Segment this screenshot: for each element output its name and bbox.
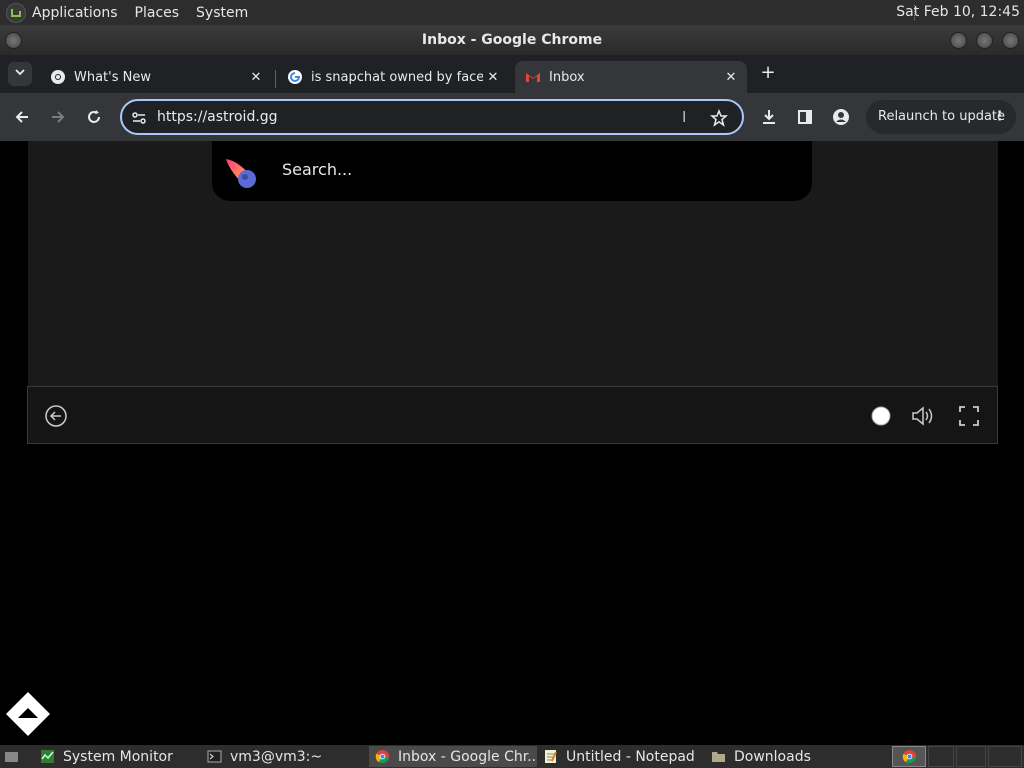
taskbar-label: Inbox - Google Chr... bbox=[398, 748, 537, 765]
taskbar-label: Untitled - Notepad bbox=[566, 748, 695, 765]
tab-snapchat-search[interactable]: is snapchat owned by facebo ✕ bbox=[277, 61, 509, 93]
search-bar[interactable]: Search... bbox=[212, 141, 812, 201]
workspace-switcher-2[interactable] bbox=[928, 746, 954, 767]
taskbar-item-chrome[interactable]: Inbox - Google Chr... bbox=[369, 746, 537, 767]
chrome-icon bbox=[902, 749, 916, 764]
forward-icon[interactable] bbox=[46, 105, 70, 129]
volume-icon[interactable] bbox=[910, 403, 936, 429]
workspace-switcher-3[interactable] bbox=[956, 746, 986, 767]
gmail-icon bbox=[526, 73, 540, 82]
taskbar-item-downloads[interactable]: Downloads bbox=[705, 746, 875, 767]
back-circle-icon[interactable] bbox=[43, 403, 69, 429]
top-panel: Applications Places System Sat Feb 10, 1… bbox=[0, 0, 1024, 25]
taskbar-label: Downloads bbox=[734, 748, 811, 765]
workspace-switcher-1[interactable] bbox=[892, 746, 926, 767]
browser-toolbar: https://astroid.gg I Relaunch to update … bbox=[0, 93, 1024, 141]
taskbar-item-notepad[interactable]: Untitled - Notepad bbox=[537, 746, 705, 767]
desktop-icon bbox=[5, 752, 18, 762]
taskbar-label: System Monitor bbox=[63, 748, 173, 765]
tab-strip: What's New ✕ is snapchat owned by facebo… bbox=[0, 55, 1024, 93]
bottom-taskbar: System Monitor vm3@vm3:~ Inbox - Google … bbox=[0, 745, 1024, 768]
reload-icon[interactable] bbox=[82, 105, 106, 129]
workspace-switcher-4[interactable] bbox=[988, 746, 1022, 767]
tab-label: Inbox bbox=[549, 69, 585, 85]
window-title-bar[interactable]: Inbox - Google Chrome bbox=[0, 25, 1024, 55]
diamond-launcher-icon[interactable] bbox=[4, 690, 52, 738]
relaunch-to-update-button[interactable]: Relaunch to update ⋮ bbox=[866, 100, 1016, 134]
window-title: Inbox - Google Chrome bbox=[421, 32, 603, 48]
new-tab-button[interactable]: + bbox=[757, 61, 779, 85]
close-tab-icon[interactable]: ✕ bbox=[483, 70, 503, 85]
text-cursor-icon: I bbox=[682, 108, 687, 126]
show-desktop-button[interactable] bbox=[0, 746, 24, 767]
tab-inbox[interactable]: Inbox ✕ bbox=[515, 61, 747, 93]
taskbar-label: vm3@vm3:~ bbox=[230, 748, 323, 765]
back-icon[interactable] bbox=[10, 105, 34, 129]
mint-menu-icon[interactable] bbox=[6, 2, 26, 23]
tab-label: What's New bbox=[74, 69, 151, 85]
profile-icon[interactable] bbox=[829, 105, 853, 129]
download-icon[interactable] bbox=[757, 105, 781, 129]
relaunch-label: Relaunch to update bbox=[878, 109, 1006, 124]
system-monitor-icon bbox=[41, 750, 54, 763]
side-panel-icon[interactable] bbox=[793, 105, 817, 129]
search-placeholder[interactable]: Search... bbox=[282, 160, 352, 179]
tab-search-button[interactable] bbox=[8, 62, 32, 86]
record-icon[interactable] bbox=[868, 403, 894, 429]
address-bar[interactable]: https://astroid.gg I bbox=[120, 99, 744, 135]
system-menu[interactable]: System bbox=[196, 5, 248, 21]
url-text[interactable]: https://astroid.gg bbox=[157, 109, 278, 125]
clock[interactable]: Sat Feb 10, 12:45 bbox=[896, 4, 1020, 20]
chevron-down-icon bbox=[15, 69, 25, 76]
notepad-icon bbox=[545, 750, 557, 763]
close-tab-icon[interactable]: ✕ bbox=[246, 70, 266, 85]
places-menu[interactable]: Places bbox=[135, 5, 180, 21]
tab-whats-new[interactable]: What's New ✕ bbox=[40, 61, 272, 93]
applications-menu[interactable]: Applications bbox=[32, 5, 118, 21]
window-menu-icon[interactable] bbox=[5, 32, 22, 49]
maximize-button[interactable] bbox=[976, 32, 993, 49]
chrome-icon bbox=[375, 749, 390, 764]
taskbar-item-system-monitor[interactable]: System Monitor bbox=[34, 746, 199, 767]
player-controls-bar bbox=[27, 386, 998, 444]
tab-divider bbox=[275, 70, 276, 88]
taskbar-item-terminal[interactable]: vm3@vm3:~ bbox=[201, 746, 366, 767]
bookmark-star-icon[interactable] bbox=[710, 109, 728, 127]
close-tab-icon[interactable]: ✕ bbox=[721, 70, 741, 85]
fullscreen-icon[interactable] bbox=[956, 403, 982, 429]
google-icon bbox=[288, 70, 302, 84]
close-window-button[interactable] bbox=[1002, 32, 1019, 49]
site-settings-icon[interactable] bbox=[131, 110, 147, 126]
folder-icon bbox=[712, 752, 725, 762]
chrome-icon bbox=[51, 70, 65, 84]
terminal-icon bbox=[207, 750, 222, 763]
page-content: Search... bbox=[0, 141, 1024, 745]
more-menu-icon[interactable]: ⋮ bbox=[993, 100, 1006, 134]
tab-label: is snapchat owned by facebo bbox=[311, 69, 483, 85]
meteor-logo-icon bbox=[226, 159, 256, 188]
minimize-button[interactable] bbox=[950, 32, 967, 49]
